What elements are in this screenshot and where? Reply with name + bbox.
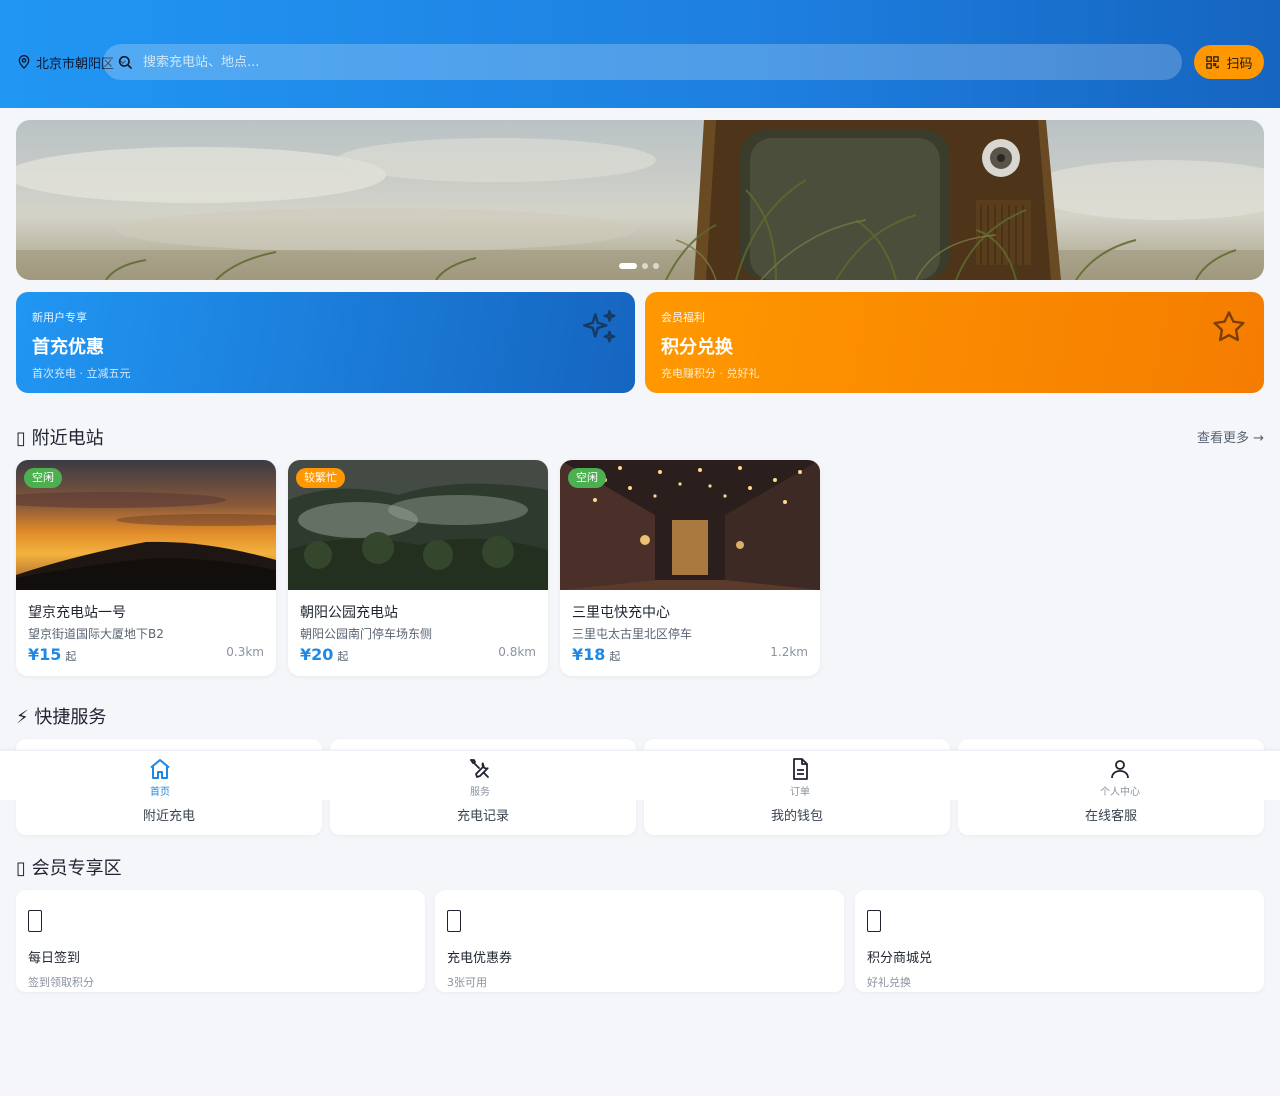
search-bar[interactable] bbox=[103, 44, 1182, 80]
status-badge: 较繁忙 bbox=[296, 468, 345, 488]
banner-image bbox=[16, 120, 1264, 280]
promo-card-first-charge[interactable]: 新用户专享 首充优惠 首次充电 · 立减五元 bbox=[16, 292, 635, 393]
promo-subtitle: 首次充电 · 立减五元 bbox=[32, 367, 131, 380]
bottom-navigation: 首页 服务 订单 个人中心 bbox=[0, 750, 1280, 800]
price-value: ¥20 bbox=[300, 645, 334, 664]
service-label: 我的钱包 bbox=[770, 809, 823, 824]
price-unit: 起 bbox=[337, 650, 349, 663]
service-label: 在线客服 bbox=[1084, 809, 1137, 824]
promo-banner[interactable] bbox=[16, 120, 1264, 280]
status-badge: 空闲 bbox=[568, 468, 606, 488]
placeholder-glyph-icon bbox=[867, 910, 881, 932]
services-section-title: ⚡ 快捷服务 bbox=[16, 703, 106, 729]
station-card[interactable]: 空闲 望京充电站一号 望京街道国际大厦地下B2 ¥15 起 0.3km bbox=[16, 460, 276, 676]
placeholder-glyph-icon bbox=[447, 910, 461, 932]
service-label: 充电记录 bbox=[456, 809, 509, 824]
promo-tag: 新用户专享 bbox=[32, 311, 87, 324]
member-card-checkin[interactable]: 每日签到 签到领取积分 bbox=[16, 890, 425, 992]
station-card-list: 空闲 望京充电站一号 望京街道国际大厦地下B2 ¥15 起 0.3km 较繁忙 朝… bbox=[16, 460, 820, 676]
station-price: ¥15 起 bbox=[28, 645, 76, 664]
price-value: ¥18 bbox=[572, 645, 606, 664]
promo-subtitle: 充电赚积分 · 兑好礼 bbox=[661, 367, 760, 380]
member-card-subtitle: 3张可用 bbox=[447, 976, 487, 989]
document-icon bbox=[793, 758, 808, 780]
station-distance: 1.2km bbox=[770, 645, 808, 659]
nearby-section-title: ▯ 附近电站 bbox=[16, 424, 104, 450]
price-value: ¥15 bbox=[28, 645, 62, 664]
status-badge: 空闲 bbox=[24, 468, 62, 488]
banner-dot[interactable] bbox=[642, 263, 648, 269]
banner-pagination bbox=[619, 263, 659, 269]
nav-item-orders[interactable]: 订单 bbox=[640, 751, 960, 801]
nav-item-profile[interactable]: 个人中心 bbox=[960, 751, 1280, 801]
promo-card-points[interactable]: 会员福利 积分兑换 充电赚积分 · 兑好礼 bbox=[645, 292, 1264, 393]
price-unit: 起 bbox=[609, 650, 621, 663]
service-label: 附近充电 bbox=[142, 809, 195, 824]
home-icon bbox=[150, 759, 170, 779]
scan-button[interactable]: 扫码 bbox=[1194, 45, 1264, 79]
member-card-title: 每日签到 bbox=[28, 951, 81, 966]
view-more-link[interactable]: 查看更多 → bbox=[1197, 427, 1264, 446]
location-pin-icon bbox=[18, 55, 30, 69]
search-input[interactable] bbox=[143, 54, 1043, 70]
nav-item-services[interactable]: 服务 bbox=[320, 751, 640, 801]
scan-label: 扫码 bbox=[1226, 55, 1253, 71]
station-distance: 0.8km bbox=[498, 645, 536, 659]
section-glyph-icon: ▯ bbox=[16, 858, 32, 879]
station-card[interactable]: 较繁忙 朝阳公园充电站 朝阳公园南门停车场东侧 ¥20 起 0.8km bbox=[288, 460, 548, 676]
members-title-text: 会员专享区 bbox=[31, 858, 122, 879]
promo-title: 积分兑换 bbox=[661, 337, 733, 358]
services-title-text: 快捷服务 bbox=[34, 707, 107, 728]
promo-tag: 会员福利 bbox=[661, 311, 705, 324]
banner-dot[interactable] bbox=[653, 263, 659, 269]
station-name: 望京充电站一号 bbox=[28, 605, 126, 621]
user-icon bbox=[1111, 760, 1129, 779]
station-name: 朝阳公园充电站 bbox=[300, 605, 398, 621]
sparkles-icon bbox=[582, 309, 616, 343]
star-icon bbox=[1213, 311, 1245, 342]
member-card-points-mall[interactable]: 积分商城兑 好礼兑换 bbox=[855, 890, 1264, 992]
nearby-title-text: 附近电站 bbox=[31, 428, 104, 449]
member-card-coupons[interactable]: 充电优惠券 3张可用 bbox=[435, 890, 844, 992]
station-price: ¥20 起 bbox=[300, 645, 348, 664]
nav-item-home[interactable]: 首页 bbox=[0, 751, 320, 801]
banner-dot[interactable] bbox=[619, 263, 637, 269]
nav-label: 个人中心 bbox=[1100, 787, 1140, 798]
section-glyph-icon: ▯ bbox=[16, 428, 32, 449]
lightning-icon: ⚡ bbox=[16, 707, 35, 728]
station-distance: 0.3km bbox=[226, 645, 264, 659]
search-icon bbox=[118, 55, 132, 69]
tools-icon bbox=[470, 759, 489, 778]
station-address: 朝阳公园南门停车场东侧 bbox=[300, 627, 433, 641]
price-unit: 起 bbox=[65, 650, 77, 663]
nav-label: 首页 bbox=[150, 787, 170, 798]
nav-label: 订单 bbox=[790, 787, 810, 798]
station-price: ¥18 起 bbox=[572, 645, 620, 664]
station-address: 三里屯太古里北区停车 bbox=[572, 627, 693, 641]
promo-title: 首充优惠 bbox=[32, 337, 104, 358]
members-section-title: ▯ 会员专享区 bbox=[16, 854, 122, 880]
nav-label: 服务 bbox=[470, 787, 490, 798]
qr-code-icon bbox=[1206, 55, 1220, 69]
member-card-subtitle: 好礼兑换 bbox=[867, 976, 911, 989]
station-card[interactable]: 空闲 三里屯快充中心 三里屯太古里北区停车 ¥18 起 1.2km bbox=[560, 460, 820, 676]
placeholder-glyph-icon bbox=[28, 910, 42, 932]
member-card-title: 充电优惠券 bbox=[447, 951, 513, 966]
member-card-title: 积分商城兑 bbox=[867, 951, 933, 966]
member-card-subtitle: 签到领取积分 bbox=[28, 976, 94, 989]
station-name: 三里屯快充中心 bbox=[572, 605, 670, 621]
station-address: 望京街道国际大厦地下B2 bbox=[28, 627, 164, 641]
